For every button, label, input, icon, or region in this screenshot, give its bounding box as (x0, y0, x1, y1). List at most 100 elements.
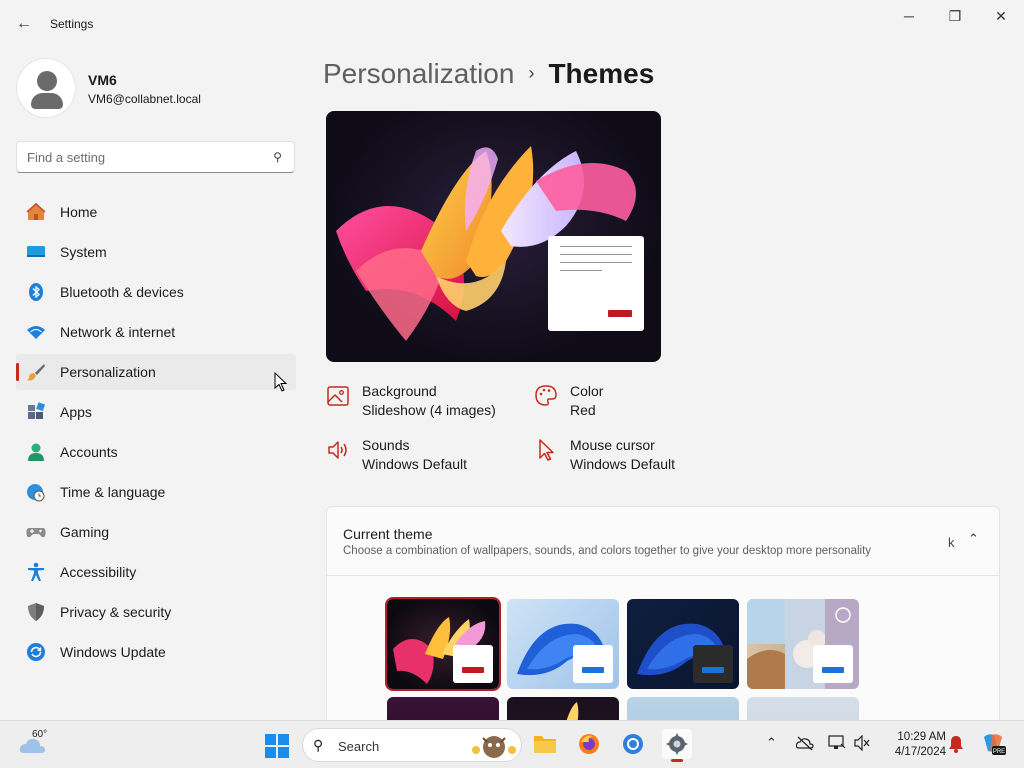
file-explorer-app[interactable] (530, 729, 560, 759)
sidebar-item-label: Accounts (60, 444, 118, 460)
search-icon[interactable]: ⚲ (273, 150, 282, 164)
sidebar-item-label: Windows Update (60, 644, 166, 660)
back-button[interactable]: ← (12, 12, 36, 36)
theme-accent-bar (702, 667, 724, 673)
weather-temperature[interactable]: 60° (32, 729, 47, 740)
gamepad-icon (26, 528, 46, 538)
current-theme-description: Choose a combination of wallpapers, soun… (343, 545, 872, 557)
svg-text:PRE: PRE (993, 749, 1005, 755)
system-icon (27, 246, 45, 257)
sidebar-item-windows-update[interactable]: Windows Update (16, 634, 296, 670)
taskbar-search[interactable]: ⚲ Search (302, 728, 522, 762)
color-setting[interactable]: Color Red (534, 380, 734, 420)
sidebar-item-gaming[interactable]: Gaming (16, 514, 296, 550)
theme-mini-window (813, 645, 853, 683)
theme-tile-glow[interactable] (385, 597, 501, 691)
sidebar-item-home[interactable]: Home (16, 194, 296, 230)
search-icon: ⚲ (313, 737, 324, 753)
sounds-setting[interactable]: Sounds Windows Default (326, 434, 526, 474)
active-app-indicator (671, 759, 683, 762)
settings-search[interactable]: ⚲ (16, 141, 295, 173)
notification-bell-icon[interactable] (948, 735, 964, 753)
minimize-button[interactable]: ─ (886, 0, 932, 32)
browser-app[interactable] (618, 729, 648, 759)
sidebar-item-privacy[interactable]: Privacy & security (16, 594, 296, 630)
accounts-icon (28, 443, 44, 461)
color-title: Color (570, 383, 604, 399)
bluetooth-icon (29, 283, 43, 301)
taskbar-clock[interactable]: 10:29 AM 4/17/2024 (880, 730, 946, 760)
search-input[interactable] (27, 142, 267, 172)
preview-accent-button (608, 310, 632, 317)
clock-time: 10:29 AM (897, 731, 946, 743)
home-icon (26, 202, 46, 220)
color-value: Red (570, 402, 596, 418)
breadcrumb-parent[interactable]: Personalization (323, 58, 514, 89)
theme-accent-bar (462, 667, 484, 673)
network-display-icon[interactable] (828, 735, 846, 751)
sidebar-item-label: System (60, 244, 107, 260)
settings-app[interactable] (662, 729, 692, 762)
window-title: Settings (50, 17, 94, 31)
theme-mini-window (573, 645, 613, 683)
mouse-cursor-setting[interactable]: Mouse cursor Windows Default (534, 434, 734, 474)
wifi-icon (27, 326, 45, 339)
theme-preview (326, 111, 661, 362)
theme-mini-window (453, 645, 493, 683)
onedrive-offline-icon[interactable] (796, 735, 814, 751)
gear-icon (666, 733, 688, 755)
copilot-pre-icon[interactable]: PRE (980, 731, 1006, 757)
clock-globe-icon (27, 484, 45, 502)
user-email: VM6@collabnet.local (88, 92, 201, 106)
preview-line (560, 254, 632, 255)
theme-tile-windows-light[interactable] (507, 599, 619, 689)
volume-muted-icon[interactable] (854, 735, 872, 751)
folder-icon (534, 736, 556, 753)
sidebar-item-label: Accessibility (60, 564, 137, 580)
sidebar-item-personalization[interactable]: Personalization (16, 354, 296, 390)
accessibility-icon (28, 562, 44, 581)
current-theme-title: Current theme (343, 526, 433, 542)
sounds-value: Windows Default (362, 456, 468, 472)
cursor-icon (539, 439, 554, 461)
sidebar-item-system[interactable]: System (16, 234, 296, 270)
sidebar-item-apps[interactable]: Apps (16, 394, 296, 430)
sidebar-item-label: Time & language (60, 484, 166, 500)
current-theme-card: Current theme Choose a combination of wa… (326, 506, 1000, 768)
sidebar-item-label: Network & internet (60, 324, 176, 340)
background-title: Background (362, 383, 437, 399)
background-setting[interactable]: Background Slideshow (4 images) (326, 380, 526, 420)
breadcrumb: Personalization › Themes (323, 58, 654, 90)
firefox-app[interactable] (574, 729, 604, 759)
sounds-title: Sounds (362, 437, 410, 453)
update-icon (27, 643, 45, 661)
preview-line (560, 262, 632, 263)
sidebar-item-accessibility[interactable]: Accessibility (16, 554, 296, 590)
preview-line (560, 246, 632, 247)
collapse-chevron-icon[interactable]: ⌃ (968, 531, 979, 547)
theme-mini-window (693, 645, 733, 683)
sidebar-item-label: Bluetooth & devices (60, 284, 184, 300)
apps-icon (28, 402, 46, 419)
mouse-cursor-title: Mouse cursor (570, 437, 655, 453)
sidebar-item-time-language[interactable]: Time & language (16, 474, 296, 510)
sidebar-item-label: Personalization (60, 364, 156, 380)
taskbar: 60° ⚲ Search ⌃ 10:29 AM 4/17/2024 PRE (0, 720, 1024, 768)
speaker-icon (328, 441, 347, 459)
sidebar-item-network[interactable]: Network & internet (16, 314, 296, 350)
theme-tile-spotlight[interactable] (747, 599, 859, 689)
image-icon (327, 386, 349, 406)
sidebar-item-bluetooth[interactable]: Bluetooth & devices (16, 274, 296, 310)
maximize-button[interactable]: ❐ (932, 0, 978, 32)
sidebar-item-accounts[interactable]: Accounts (16, 434, 296, 470)
start-button-windows-icon[interactable] (264, 733, 290, 759)
mouse-cursor-value: Windows Default (570, 456, 676, 472)
avatar-head-icon (37, 71, 57, 91)
close-button[interactable]: ✕ (978, 0, 1024, 32)
avatar[interactable] (16, 58, 76, 118)
divider (327, 575, 999, 576)
palette-icon (535, 385, 557, 406)
theme-tile-windows-dark[interactable] (627, 599, 739, 689)
tray-overflow-chevron-icon[interactable]: ⌃ (766, 735, 777, 751)
theme-accent-bar (822, 667, 844, 673)
